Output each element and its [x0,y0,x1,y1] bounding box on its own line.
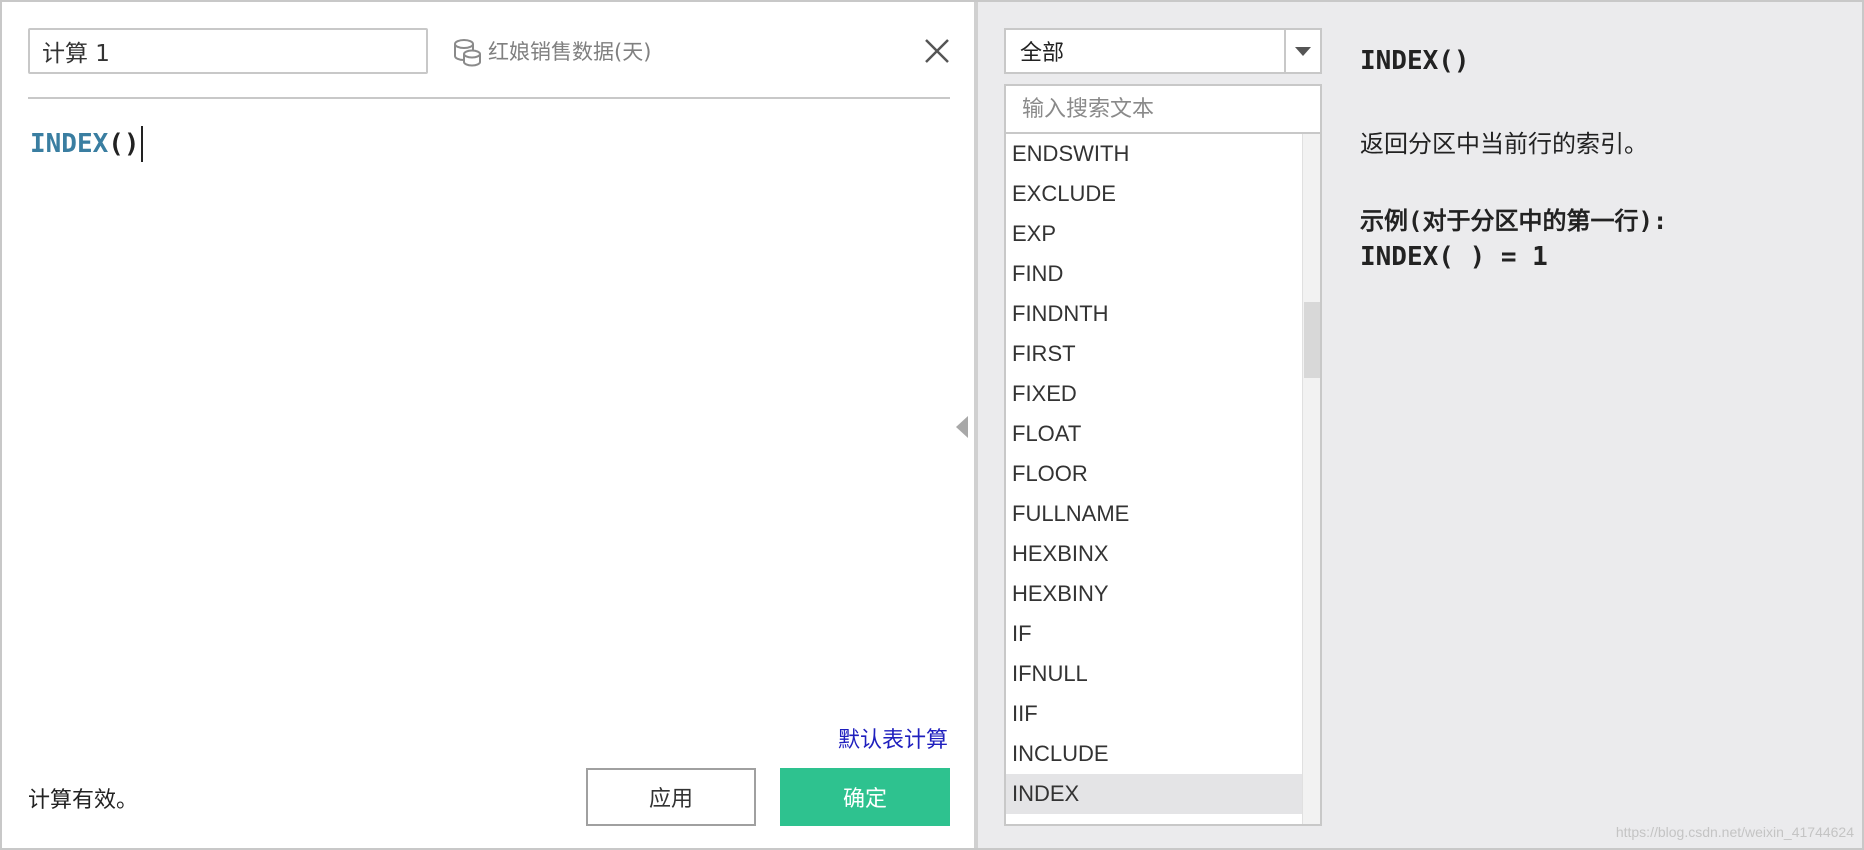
chevron-down-icon[interactable] [1284,30,1320,72]
function-list-item[interactable]: FLOAT [1006,414,1304,454]
calculation-editor-dialog: 计算 1 红娘销售数据(天) INDEX () 默认表计算 计算有效。 应用 确… [0,0,1864,850]
function-help-panel: INDEX() 返回分区中当前行的索引。 示例(对于分区中的第一行): INDE… [1360,46,1840,272]
function-list-item[interactable]: INDEX [1006,774,1304,814]
function-list-item[interactable]: IF [1006,614,1304,654]
function-reference-pane: 全部 ENDSWITHEXCLUDEEXPFINDFINDNTHFIRSTFIX… [978,2,1862,848]
watermark-text: https://blog.csdn.net/weixin_41744624 [1615,824,1854,840]
function-list-item[interactable]: INCLUDE [1006,734,1304,774]
function-list-item[interactable]: ENDSWITH [1006,134,1304,174]
calculation-name-field[interactable]: 计算 1 [28,28,428,74]
datasource-label: 红娘销售数据(天) [450,32,651,70]
function-list-item[interactable]: FINDNTH [1006,294,1304,334]
text-caret [140,126,143,162]
formula-input[interactable]: INDEX () [30,122,143,166]
help-example-label: 示例(对于分区中的第一行): [1360,207,1668,235]
collapse-panel-icon[interactable] [956,416,968,438]
function-list-item[interactable]: FLOOR [1006,454,1304,494]
close-icon[interactable] [920,34,954,68]
function-category-value: 全部 [1020,41,1065,66]
datasource-name: 红娘销售数据(天) [488,40,652,64]
calculation-name-text: 计算 1 [42,41,110,67]
function-search-field[interactable] [1004,84,1322,134]
function-category-dropdown[interactable]: 全部 [1004,28,1322,74]
function-list-item[interactable]: FULLNAME [1006,494,1304,534]
function-list[interactable]: ENDSWITH EXCLUDE EXP FIND FINDNTH FIRST FIXED F… [1004,134,1322,826]
validation-status: 计算有效。 [28,788,139,813]
function-list-item[interactable]: EXCLUDE [1006,174,1304,214]
default-table-calculation-link[interactable]: 默认表计算 [838,722,948,754]
database-icon [454,39,481,67]
function-list-item[interactable]: IFNULL [1006,654,1304,694]
apply-button[interactable]: 应用 [586,768,756,826]
function-list-item[interactable]: FIRST [1006,334,1304,374]
header-divider [28,97,950,99]
help-description: 返回分区中当前行的索引。 [1360,130,1648,158]
function-list-item[interactable]: HEXBINX [1006,534,1304,574]
help-function-signature: INDEX() [1360,46,1470,76]
formula-parens-token: () [108,129,140,159]
function-list-item[interactable]: FIXED [1006,374,1304,414]
function-list-item[interactable]: FIND [1006,254,1304,294]
ok-button[interactable]: 确定 [780,768,950,826]
function-list-item[interactable]: EXP [1006,214,1304,254]
function-list-item[interactable]: IIF [1006,694,1304,734]
help-example-code: INDEX( ) = 1 [1360,242,1548,272]
function-list-items: ENDSWITH EXCLUDE EXP FIND FINDNTH FIRST FIXED F… [1006,134,1304,814]
function-list-item[interactable]: HEXBINY [1006,574,1304,614]
scrollbar-thumb[interactable] [1304,302,1320,378]
formula-editor-pane: 计算 1 红娘销售数据(天) INDEX () 默认表计算 计算有效。 应用 确… [2,2,974,848]
formula-function-token: INDEX [30,129,109,159]
function-list-scrollbar[interactable] [1302,134,1320,824]
function-search-input[interactable] [1022,96,1304,122]
